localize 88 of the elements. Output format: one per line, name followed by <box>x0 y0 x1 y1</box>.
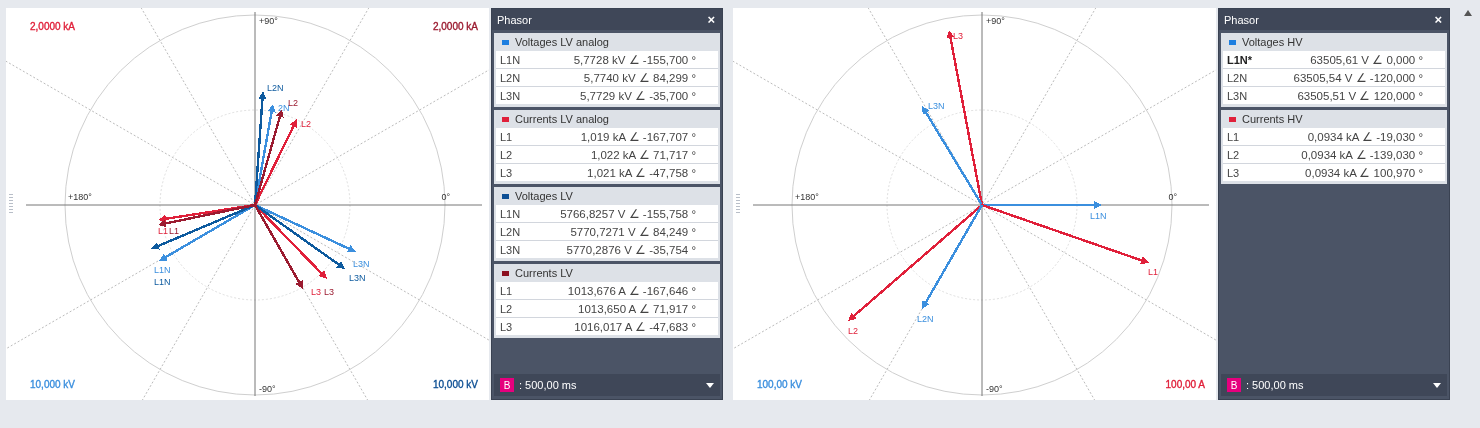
caret-icon <box>1433 382 1441 388</box>
phasor-value: 5,7740 kV ∠ 84,299 ° <box>583 70 696 85</box>
phasor-label: L3N <box>349 273 366 283</box>
phase-label: L3 <box>500 320 513 333</box>
phase-label: L3N <box>1227 89 1248 102</box>
phasor-label: L2 <box>288 98 298 108</box>
phase-label: L1N <box>500 53 521 66</box>
phase-label: L2 <box>1227 148 1240 161</box>
phasor-label: L3 <box>311 287 321 297</box>
phasor-value: 5,7728 kV ∠ -155,700 ° <box>573 52 696 67</box>
phase-label: L2N <box>500 71 521 84</box>
scale-label: 10,000 kV <box>30 379 76 390</box>
axis-label: +180° <box>68 192 92 202</box>
phase-label: L1N <box>500 207 521 220</box>
phasor-value: 5,7729 kV ∠ -35,700 ° <box>580 88 696 103</box>
phasor-label: L3N <box>353 259 370 269</box>
phasor-value: 1,021 kA ∠ -47,758 ° <box>587 165 696 180</box>
axis-label: 0° <box>1168 192 1177 202</box>
panel-title: Phasor <box>1224 13 1259 26</box>
axis-label: 0° <box>441 192 450 202</box>
scale-label: 2,0000 kA <box>432 21 478 32</box>
scroll-up-icon[interactable] <box>1464 10 1472 16</box>
close-button[interactable]: × <box>705 12 717 27</box>
cursor-badge: B <box>1227 378 1241 392</box>
phasor-value: 1,019 kA ∠ -167,707 ° <box>580 129 696 144</box>
phasor-label: L1 <box>1148 267 1158 277</box>
phasor-value: 1,022 kA ∠ 71,717 ° <box>590 147 696 162</box>
time-value: : 500,00 ms <box>519 379 577 391</box>
panel-title: Phasor <box>497 13 532 26</box>
phasor-value: 5770,2876 V ∠ -35,754 ° <box>566 242 696 257</box>
phase-label: L2N <box>1227 71 1248 84</box>
phase-label: L1 <box>500 284 513 297</box>
phase-label: L1 <box>1227 130 1240 143</box>
phase-label: L3N <box>500 243 521 256</box>
phasor-value: 5770,7271 V ∠ 84,249 ° <box>570 224 696 239</box>
group-title: Currents LV <box>515 267 573 279</box>
scale-label: 100,00 kV <box>757 379 803 390</box>
cursor-badge: B <box>500 378 514 392</box>
phase-label: L2 <box>500 302 513 315</box>
group-title: Currents HV <box>1242 113 1303 125</box>
phasor-label: L1N <box>1090 211 1107 221</box>
phase-label: L2 <box>500 148 513 161</box>
group-title: Currents LV analog <box>515 113 609 125</box>
phasor-value: 1016,017 A ∠ -47,683 ° <box>574 319 696 334</box>
scale-label: 100,00 A <box>1165 379 1205 390</box>
phasor-label: L2 <box>848 326 858 336</box>
grip-icon[interactable] <box>9 194 13 214</box>
phase-label: L2N <box>500 225 521 238</box>
phase-label: L1N* <box>1227 53 1253 66</box>
phasor-label: L3N <box>928 101 945 111</box>
phasor-label: L1 <box>169 226 179 236</box>
phasor-label: L1N <box>154 265 171 275</box>
phasor-value: 0,0934 kA ∠ 100,970 ° <box>1305 165 1423 180</box>
scale-label: 2,0000 kA <box>30 21 76 32</box>
phasor-value: 0,0934 kA ∠ -139,030 ° <box>1301 147 1423 162</box>
phase-label: L1 <box>500 130 513 143</box>
phase-label: L3 <box>1227 166 1240 179</box>
phasor-value: 63505,61 V ∠ 0,000 ° <box>1310 52 1423 67</box>
phasor-value: 1013,650 A ∠ 71,917 ° <box>578 301 696 316</box>
phasor-label: L2N <box>917 314 934 324</box>
phasor-label: L3 <box>953 31 963 41</box>
phasor-label: L2N <box>267 83 284 93</box>
phasor-label: L1 <box>158 226 168 236</box>
phase-label: L3 <box>500 166 513 179</box>
phasor-value: 63505,54 V ∠ -120,000 ° <box>1293 70 1423 85</box>
group-title: Voltages LV <box>515 190 573 202</box>
time-selector[interactable]: B : 500,00 ms <box>1221 374 1447 396</box>
axis-label: +90° <box>259 16 278 26</box>
phasor-value: 0,0934 kA ∠ -19,030 ° <box>1307 129 1423 144</box>
scale-label: 10,000 kV <box>432 379 478 390</box>
phasor-label: L2 <box>301 119 311 129</box>
close-button[interactable]: × <box>1432 12 1444 27</box>
caret-icon <box>706 382 714 388</box>
phasor-label: L3 <box>324 287 334 297</box>
phasor-value: 5766,8257 V ∠ -155,758 ° <box>560 206 696 221</box>
grip-icon[interactable] <box>736 194 740 214</box>
group-title: Voltages HV <box>1242 36 1303 48</box>
phase-label: L3N <box>500 89 521 102</box>
axis-label: +90° <box>986 16 1005 26</box>
phasor-value: 63505,51 V ∠ 120,000 ° <box>1297 88 1423 103</box>
phasor-value: 1013,676 A ∠ -167,646 ° <box>567 283 696 298</box>
axis-label: +180° <box>795 192 819 202</box>
axis-label: -90° <box>986 384 1003 394</box>
group-title: Voltages LV analog <box>515 36 609 48</box>
axis-label: -90° <box>259 384 276 394</box>
phasor-label: L1N <box>154 277 171 287</box>
time-value: : 500,00 ms <box>1246 379 1304 391</box>
time-selector[interactable]: B : 500,00 ms <box>494 374 720 396</box>
